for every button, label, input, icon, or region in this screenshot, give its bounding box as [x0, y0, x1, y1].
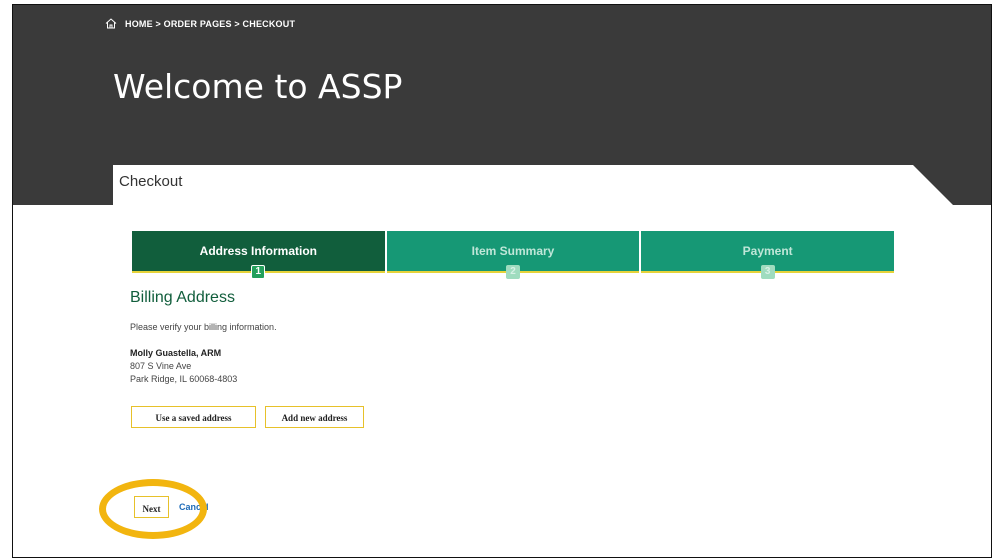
billing-instruction: Please verify your billing information.: [130, 322, 277, 332]
page-title: Welcome to ASSP: [113, 67, 403, 106]
step-label: Address Information: [199, 244, 318, 258]
step-number-badge: 2: [506, 265, 520, 279]
step-payment[interactable]: Payment 3: [641, 231, 895, 279]
breadcrumb: HOME > ORDER PAGES > CHECKOUT: [105, 18, 295, 29]
breadcrumb-text[interactable]: HOME > ORDER PAGES > CHECKOUT: [125, 19, 295, 29]
add-new-address-button[interactable]: Add new address: [265, 406, 364, 428]
billing-street: 807 S Vine Ave: [130, 361, 192, 371]
checkout-steps: Address Information 1 Item Summary 2 Pay…: [132, 231, 895, 279]
home-icon[interactable]: [105, 18, 117, 29]
step-number-badge: 1: [251, 265, 266, 279]
cancel-link[interactable]: Cancel: [179, 502, 209, 512]
use-saved-address-button[interactable]: Use a saved address: [131, 406, 256, 428]
step-label: Item Summary: [471, 244, 555, 258]
next-button[interactable]: Next: [134, 496, 169, 518]
step-label: Payment: [742, 244, 793, 258]
step-address-information[interactable]: Address Information 1: [132, 231, 385, 279]
step-number-badge: 3: [760, 265, 775, 279]
checkout-heading: Checkout: [119, 173, 183, 190]
billing-city-line: Park Ridge, IL 60068-4803: [130, 374, 238, 384]
billing-address-heading: Billing Address: [130, 289, 235, 306]
step-item-summary[interactable]: Item Summary 2: [386, 231, 640, 279]
billing-name: Molly Guastella, ARM: [130, 348, 222, 358]
browser-page: HOME > ORDER PAGES > CHECKOUT Welcome to…: [12, 4, 992, 558]
